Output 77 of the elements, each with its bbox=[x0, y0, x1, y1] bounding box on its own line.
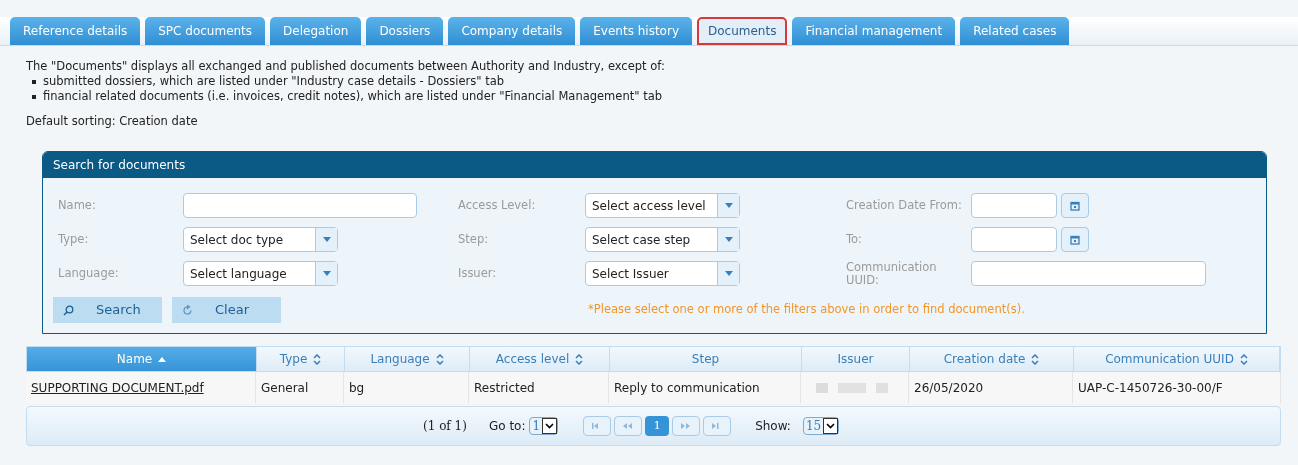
page-select[interactable]: 1 bbox=[529, 417, 559, 435]
bullet-text: financial related documents (i.e. invoices, credit notes), which are listed under "Financial Management" tab bbox=[43, 89, 662, 104]
field-label: Creation Date From: bbox=[846, 199, 963, 212]
bullet-icon bbox=[32, 79, 36, 84]
field-label: Communication UUID: bbox=[846, 260, 938, 287]
select-dropdown[interactable]: Select case step bbox=[585, 227, 740, 252]
tab[interactable]: Reference details bbox=[10, 17, 141, 45]
page-select[interactable]: 15 bbox=[802, 417, 840, 435]
page-summary: (1 of 1) bbox=[423, 418, 467, 435]
date-field[interactable] bbox=[971, 227, 1057, 252]
bullet-icon bbox=[32, 94, 36, 99]
refresh-icon bbox=[182, 304, 193, 316]
caret-icon bbox=[724, 203, 733, 208]
document-link[interactable]: SUPPORTING DOCUMENT.pdf bbox=[31, 378, 204, 397]
tab[interactable]: Dossiers bbox=[366, 17, 444, 45]
search-button[interactable]: Search bbox=[53, 297, 162, 323]
calendar-icon bbox=[1070, 234, 1080, 245]
column-header[interactable]: Access level bbox=[470, 347, 610, 371]
tab[interactable]: Events history bbox=[580, 17, 692, 45]
table-cell: General bbox=[256, 372, 344, 403]
table-cell: 26/05/2020 bbox=[909, 372, 1073, 403]
date-field[interactable] bbox=[971, 193, 1057, 218]
caret-icon bbox=[322, 271, 331, 276]
field-label: Issuer: bbox=[458, 267, 498, 280]
chevron-icon bbox=[545, 423, 555, 429]
calendar-button[interactable] bbox=[1061, 193, 1089, 218]
previous-page-button[interactable] bbox=[614, 416, 643, 436]
field-label: Language: bbox=[58, 267, 120, 280]
filter-hint: *Please select one or more of the filters above in order to find document(s). bbox=[588, 301, 1025, 319]
column-header[interactable]: Issuer bbox=[802, 347, 910, 371]
tab[interactable]: Financial management bbox=[792, 17, 956, 45]
field-label: Name: bbox=[58, 199, 97, 212]
tab[interactable]: SPC documents bbox=[145, 17, 266, 45]
page-button[interactable]: 1 bbox=[645, 416, 670, 436]
table-cell: Restricted bbox=[469, 372, 609, 403]
field-label: Step: bbox=[458, 233, 490, 246]
column-header[interactable]: Type bbox=[257, 347, 345, 371]
table-cell: Reply to communication bbox=[609, 372, 801, 403]
chevron-icon bbox=[826, 423, 836, 429]
search-icon bbox=[63, 304, 74, 316]
tab[interactable]: Related cases bbox=[960, 17, 1070, 45]
uuid-field[interactable] bbox=[971, 261, 1206, 286]
select-dropdown[interactable]: Select doc type bbox=[183, 227, 338, 252]
sorting-note: Default sorting: Creation date bbox=[26, 114, 199, 129]
tab[interactable]: Delegation bbox=[270, 17, 362, 45]
caret-icon bbox=[724, 237, 733, 242]
calendar-icon bbox=[1070, 200, 1080, 211]
bullet-text: submitted dossiers, which are listed under "Industry case details - Dossiers" tab bbox=[43, 74, 505, 89]
select-dropdown[interactable]: Select access level bbox=[585, 193, 740, 218]
tab[interactable]: Company details bbox=[448, 17, 576, 45]
field-label: To: bbox=[846, 233, 863, 246]
column-header[interactable]: Creation date bbox=[910, 347, 1074, 371]
select-dropdown[interactable]: Select language bbox=[183, 261, 338, 286]
goto-label: Go to: bbox=[488, 418, 526, 435]
first-page-button[interactable] bbox=[583, 416, 612, 436]
panel-title: Search for documents bbox=[43, 152, 1266, 178]
column-header[interactable]: Step bbox=[610, 347, 802, 371]
field-label: Type: bbox=[58, 233, 90, 246]
next-page-button[interactable] bbox=[672, 416, 701, 436]
calendar-button[interactable] bbox=[1061, 227, 1089, 252]
select-dropdown[interactable]: Select Issuer bbox=[585, 261, 740, 286]
show-label: Show: bbox=[755, 418, 791, 435]
previous-page-icon bbox=[623, 423, 634, 429]
last-page-button[interactable] bbox=[703, 416, 732, 436]
field-label: Access Level: bbox=[458, 199, 537, 212]
column-header[interactable]: Language bbox=[345, 347, 470, 371]
next-page-icon bbox=[681, 423, 692, 429]
column-header[interactable]: Communication UUID bbox=[1074, 347, 1280, 371]
column-header[interactable]: Name bbox=[27, 347, 257, 371]
tab[interactable]: Documents bbox=[697, 17, 788, 45]
table-cell: bg bbox=[344, 372, 469, 403]
intro-text: The "Documents" displays all exchanged and published documents between Authority and Industry, except of: bbox=[26, 59, 666, 74]
table-cell: UAP-C-1450726-30-00/F bbox=[1073, 372, 1281, 403]
caret-icon bbox=[322, 237, 331, 242]
name-field[interactable] bbox=[183, 193, 417, 218]
clear-button[interactable]: Clear bbox=[172, 297, 281, 323]
caret-icon bbox=[724, 271, 733, 276]
